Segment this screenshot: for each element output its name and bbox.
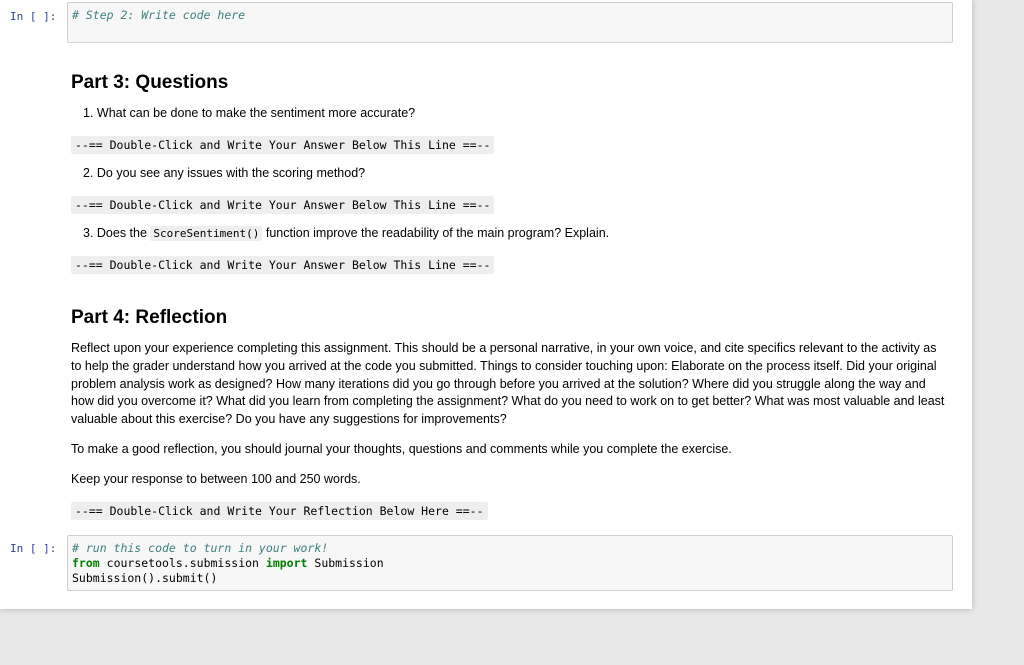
module-name: coursetools.submission (106, 556, 259, 570)
reflection-line[interactable]: --== Double-Click and Write Your Reflect… (71, 502, 488, 520)
code-comment: # Step 2: Write code here (72, 8, 246, 22)
question-1: 1. What can be done to make the sentimen… (83, 106, 416, 120)
part3-heading: Part 3: Questions (71, 72, 229, 93)
inline-code-function: ScoreSentiment() (150, 226, 263, 241)
answer-line-3[interactable]: --== Double-Click and Write Your Answer … (71, 256, 495, 274)
import-name: Submission (314, 556, 384, 570)
code-line-call: Submission().submit() (72, 571, 218, 585)
answer-line-2[interactable]: --== Double-Click and Write Your Answer … (71, 196, 495, 214)
cell-prompt: In [ ]: (10, 542, 57, 555)
keyword-from: from (72, 556, 100, 570)
question-3: 3. Does the ScoreSentiment() function im… (83, 226, 610, 241)
cell-prompt: In [ ]: (10, 10, 57, 23)
code-comment: # run this code to turn in your work! (72, 541, 329, 555)
question-3-text-pre: 3. Does the (83, 226, 147, 240)
reflection-instructions: Reflect upon your experience completing … (71, 341, 945, 427)
question-3-text-post: function improve the readability of the … (265, 226, 610, 240)
journal-instruction: To make a good reflection, you should jo… (71, 442, 732, 456)
code-line-import: from coursetools.submission import Submi… (72, 556, 948, 571)
code-cell-step2[interactable]: # Step 2: Write code here (67, 2, 953, 43)
answer-line-1[interactable]: --== Double-Click and Write Your Answer … (71, 136, 495, 154)
keyword-import: import (265, 556, 308, 570)
word-count-instruction: Keep your response to between 100 and 25… (71, 472, 361, 486)
part4-heading: Part 4: Reflection (71, 307, 228, 328)
notebook-container: In [ ]: # Step 2: Write code here Part 3… (0, 0, 972, 609)
question-2: 2. Do you see any issues with the scorin… (83, 166, 366, 180)
code-cell-submit[interactable]: # run this code to turn in your work! fr… (67, 535, 953, 591)
